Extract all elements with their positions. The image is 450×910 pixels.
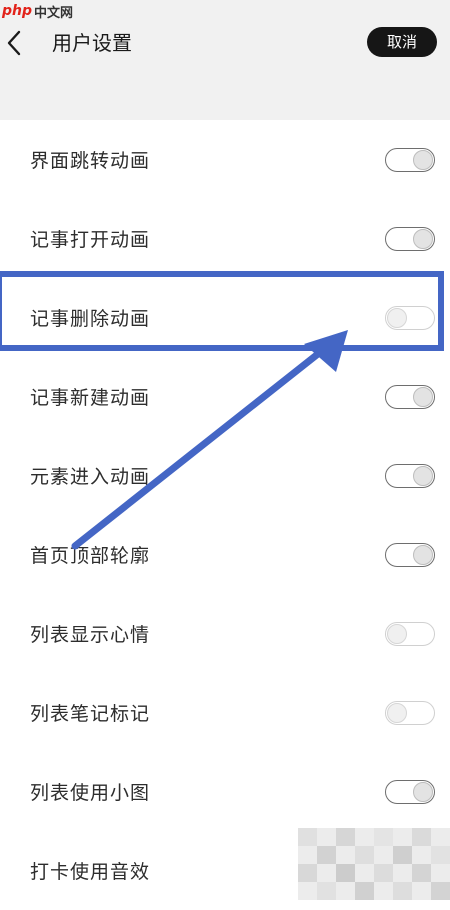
setting-label: 列表使用小图 <box>30 782 151 804</box>
setting-row: 列表笔记标记 <box>0 673 450 752</box>
setting-row: 记事打开动画 <box>0 199 450 278</box>
toggle-switch[interactable] <box>385 305 435 330</box>
watermark-site-name: 中文网 <box>34 5 74 21</box>
watermark-logo: php <box>2 3 33 19</box>
setting-row: 界面跳转动画 <box>0 120 450 199</box>
back-button[interactable] <box>0 26 28 60</box>
cancel-button[interactable]: 取消 <box>367 27 437 57</box>
toggle-switch[interactable] <box>385 384 435 409</box>
toggle-switch[interactable] <box>385 621 435 646</box>
toggle-switch[interactable] <box>385 147 435 172</box>
setting-row: 列表显示心情 <box>0 594 450 673</box>
toggle-knob <box>413 149 433 170</box>
setting-row: 记事删除动画 <box>0 278 450 357</box>
toggle-knob <box>387 702 407 723</box>
setting-label: 记事打开动画 <box>30 229 151 251</box>
watermark: php 中文网 <box>0 0 73 22</box>
setting-label: 记事删除动画 <box>30 308 151 330</box>
setting-label: 首页顶部轮廓 <box>30 545 151 567</box>
toggle-knob <box>413 544 433 565</box>
toggle-knob <box>387 307 407 328</box>
setting-label: 列表显示心情 <box>30 624 151 646</box>
toggle-switch[interactable] <box>385 463 435 488</box>
toggle-switch[interactable] <box>385 700 435 725</box>
setting-label: 界面跳转动画 <box>30 150 151 172</box>
toggle-knob <box>413 228 433 249</box>
toggle-switch[interactable] <box>385 226 435 251</box>
toggle-knob <box>387 623 407 644</box>
toggle-knob <box>413 386 433 407</box>
setting-label: 元素进入动画 <box>30 466 151 488</box>
setting-row: 元素进入动画 <box>0 436 450 515</box>
setting-label: 记事新建动画 <box>30 387 151 409</box>
setting-row: 首页顶部轮廓 <box>0 515 450 594</box>
blurred-mosaic <box>298 828 450 900</box>
toggle-switch[interactable] <box>385 542 435 567</box>
setting-row: 列表使用小图 <box>0 752 450 831</box>
toggle-knob <box>413 781 433 802</box>
setting-label: 列表笔记标记 <box>30 703 151 725</box>
setting-row: 记事新建动画 <box>0 357 450 436</box>
settings-list: 界面跳转动画 记事打开动画 记事删除动画 记事新建动画 元素进入动画 首页顶部轮… <box>0 120 450 910</box>
setting-label: 打卡使用音效 <box>30 861 151 883</box>
toggle-knob <box>413 465 433 486</box>
toggle-switch[interactable] <box>385 779 435 804</box>
page-title: 用户设置 <box>52 31 132 55</box>
chevron-left-icon <box>7 30 21 56</box>
